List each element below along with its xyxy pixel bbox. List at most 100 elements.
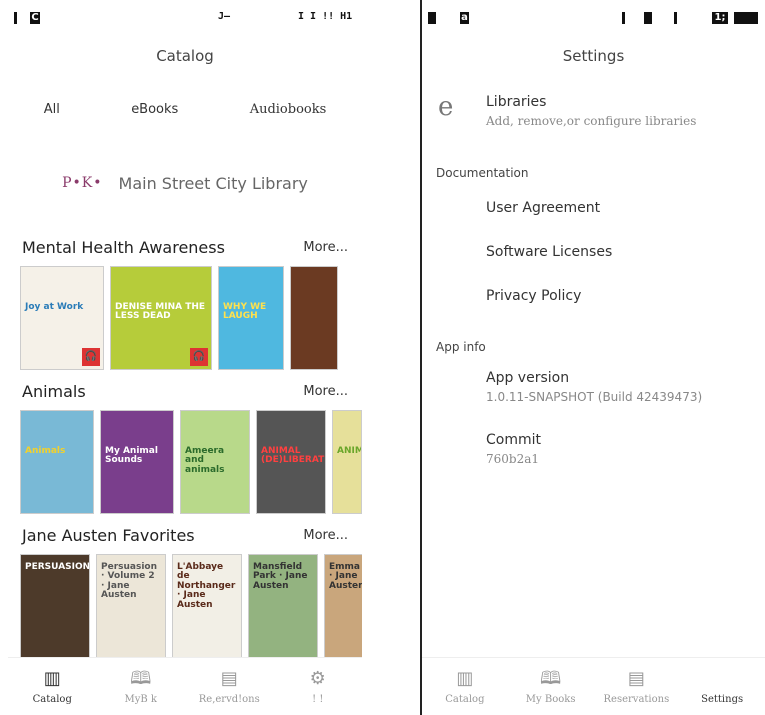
book-cover-title: Mansfield Park · Jane Austen: [253, 562, 308, 591]
book-cover-title: Persuasion · Volume 2 · Jane Austen: [101, 562, 158, 601]
lane-covers: PERSUASION Persuasion · Volume 2 · Jane A…: [8, 550, 362, 658]
documentation-item-label: Software Licenses: [486, 244, 613, 260]
book-cover-title: Emma · Jane Austen: [329, 562, 362, 591]
commit-title: Commit: [486, 432, 541, 448]
tab-audiobooks[interactable]: Audiobooks: [242, 98, 335, 121]
lane-header: Animals More...: [8, 376, 362, 406]
status-bar: C J– I I !! H1: [8, 0, 362, 34]
nav-label: Catalog: [32, 694, 72, 705]
book-cover-title: Animals: [25, 446, 66, 456]
library-name: Main Street City Library: [118, 173, 308, 193]
documentation-item[interactable]: User Agreement: [422, 186, 765, 230]
book-cover-title: L'Abbaye de Northanger · Jane Austen: [177, 562, 236, 610]
documentation-item[interactable]: Privacy Policy: [422, 274, 765, 318]
book-icon: 🕮: [540, 668, 562, 689]
nav-item[interactable]: 🕮 MyB k: [101, 668, 181, 705]
nav-label: Settings: [701, 694, 744, 705]
nav-label: MyB k: [124, 694, 157, 705]
nav-label: Reservations: [603, 694, 670, 705]
page-title: Settings: [562, 47, 625, 65]
nav-label: Catalog: [445, 694, 485, 705]
book-cover[interactable]: ANIM: [332, 410, 362, 514]
status-mark: [428, 12, 436, 24]
lane-covers: Animals My Animal Sounds Ameera and animal…: [8, 406, 362, 514]
catalog-screen: C J– I I !! H1 Catalog All eBooks Audiob…: [8, 0, 362, 715]
book-cover-title: ANIM: [337, 446, 362, 456]
nav-item[interactable]: 🕮 My Books: [511, 668, 591, 705]
nav-item[interactable]: ▥ Catalog: [425, 668, 505, 705]
headphones-icon: 🎧: [190, 348, 208, 366]
nav-item[interactable]: ⚙ ! !: [278, 668, 358, 705]
nav-label: ! !: [312, 694, 324, 705]
lane: Mental Health Awareness More... Joy at W…: [8, 232, 362, 370]
bottom-navigation: ▥ Catalog 🕮 MyB k ▤ Re,ervd!ons ⚙ ! !: [8, 657, 362, 715]
status-mark: [734, 12, 758, 24]
book-cover-title: ANIMAL (DE)LIBERATION: [261, 446, 325, 466]
lane-title: Jane Austen Favorites: [22, 525, 195, 545]
book-icon: 🕮: [130, 668, 152, 689]
app-version-value: 1.0.11-SNAPSHOT (Build 42439473): [486, 390, 703, 404]
book-cover[interactable]: Ameera and animals: [180, 410, 250, 514]
book-cover-title: PERSUASION: [25, 562, 90, 572]
book-cover[interactable]: My Animal Sounds: [100, 410, 174, 514]
lane-more-link[interactable]: More...: [303, 240, 348, 255]
appinfo-header: App info: [436, 340, 486, 354]
documentation-header: Documentation: [436, 166, 529, 180]
nav-item[interactable]: ▤ Re,ervd!ons: [189, 668, 269, 705]
libraries-title: Libraries: [486, 94, 547, 110]
book-cover[interactable]: DENISE MINA THE LESS DEAD 🎧: [110, 266, 212, 370]
book-cover[interactable]: PERSUASION: [20, 554, 90, 658]
documentation-item-label: User Agreement: [486, 200, 601, 216]
lane-more-link[interactable]: More...: [303, 384, 348, 399]
book-cover[interactable]: L'Abbaye de Northanger · Jane Austen: [172, 554, 242, 658]
lane-covers: Joy at Work 🎧 DENISE MINA THE LESS DEAD 🎧 WH…: [8, 262, 362, 370]
documentation-item-label: Privacy Policy: [486, 288, 582, 304]
tab-all[interactable]: All: [36, 98, 68, 121]
reservations-icon: ▤: [627, 668, 645, 689]
library-header[interactable]: P•K• Main Street City Library: [8, 140, 362, 226]
book-cover[interactable]: Emma · Jane Austen: [324, 554, 362, 658]
book-cover[interactable]: Joy at Work 🎧: [20, 266, 104, 370]
tab-ebooks[interactable]: eBooks: [123, 98, 186, 121]
bottom-navigation: ▥ Catalog 🕮 My Books ▤ Reservations Sett…: [422, 657, 765, 715]
book-cover-title: WHY WE LAUGH: [223, 302, 267, 322]
status-clock: 1;: [712, 12, 728, 24]
nav-item[interactable]: Settings: [682, 668, 762, 705]
catalog-tabs: All eBooks Audiobooks: [8, 78, 362, 140]
catalog-icon: ▥: [43, 668, 61, 689]
status-mark: [622, 12, 625, 24]
documentation-list: User Agreement Software Licenses Privacy P…: [422, 186, 765, 318]
book-cover[interactable]: ANIMAL (DE)LIBERATION: [256, 410, 326, 514]
book-cover[interactable]: WHY WE LAUGH: [218, 266, 284, 370]
status-icon: a: [460, 12, 469, 24]
book-cover-title: Joy at Work: [25, 302, 84, 312]
status-bar: a 1;: [422, 0, 765, 34]
lane: Animals More... Animals My Animal Sounds A…: [8, 376, 362, 514]
documentation-item[interactable]: Software Licenses: [422, 230, 765, 274]
book-cover[interactable]: [290, 266, 338, 370]
commit-value: 760b2a1: [486, 452, 540, 466]
nav-item[interactable]: ▤ Reservations: [596, 668, 676, 705]
headphones-icon: 🎧: [82, 348, 100, 366]
catalog-lanes: Mental Health Awareness More... Joy at W…: [8, 232, 362, 658]
status-mark: [14, 12, 17, 24]
page-title: Catalog: [156, 47, 214, 65]
book-cover[interactable]: Persuasion · Volume 2 · Jane Austen: [96, 554, 166, 658]
gear-icon: ⚙: [309, 668, 326, 689]
libraries-setting[interactable]: e Libraries Add, remove,or configure lib…: [422, 84, 765, 138]
status-mark: [674, 12, 677, 24]
reservations-icon: ▤: [220, 668, 238, 689]
book-cover[interactable]: Mansfield Park · Jane Austen: [248, 554, 318, 658]
nav-label: Re,ervd!ons: [198, 694, 260, 705]
book-cover-title: DENISE MINA THE LESS DEAD: [115, 302, 206, 322]
book-cover[interactable]: Animals: [20, 410, 94, 514]
nav-label: My Books: [525, 694, 576, 705]
catalog-icon: ▥: [456, 668, 474, 689]
app-version-row: App version 1.0.11-SNAPSHOT (Build 42439…: [422, 360, 765, 414]
lane-more-link[interactable]: More...: [303, 528, 348, 543]
status-icon: C: [30, 12, 40, 24]
lane-header: Mental Health Awareness More...: [8, 232, 362, 262]
app-version-title: App version: [486, 370, 570, 386]
book-cover-title: Ameera and animals: [185, 446, 225, 475]
nav-item[interactable]: ▥ Catalog: [12, 668, 92, 705]
